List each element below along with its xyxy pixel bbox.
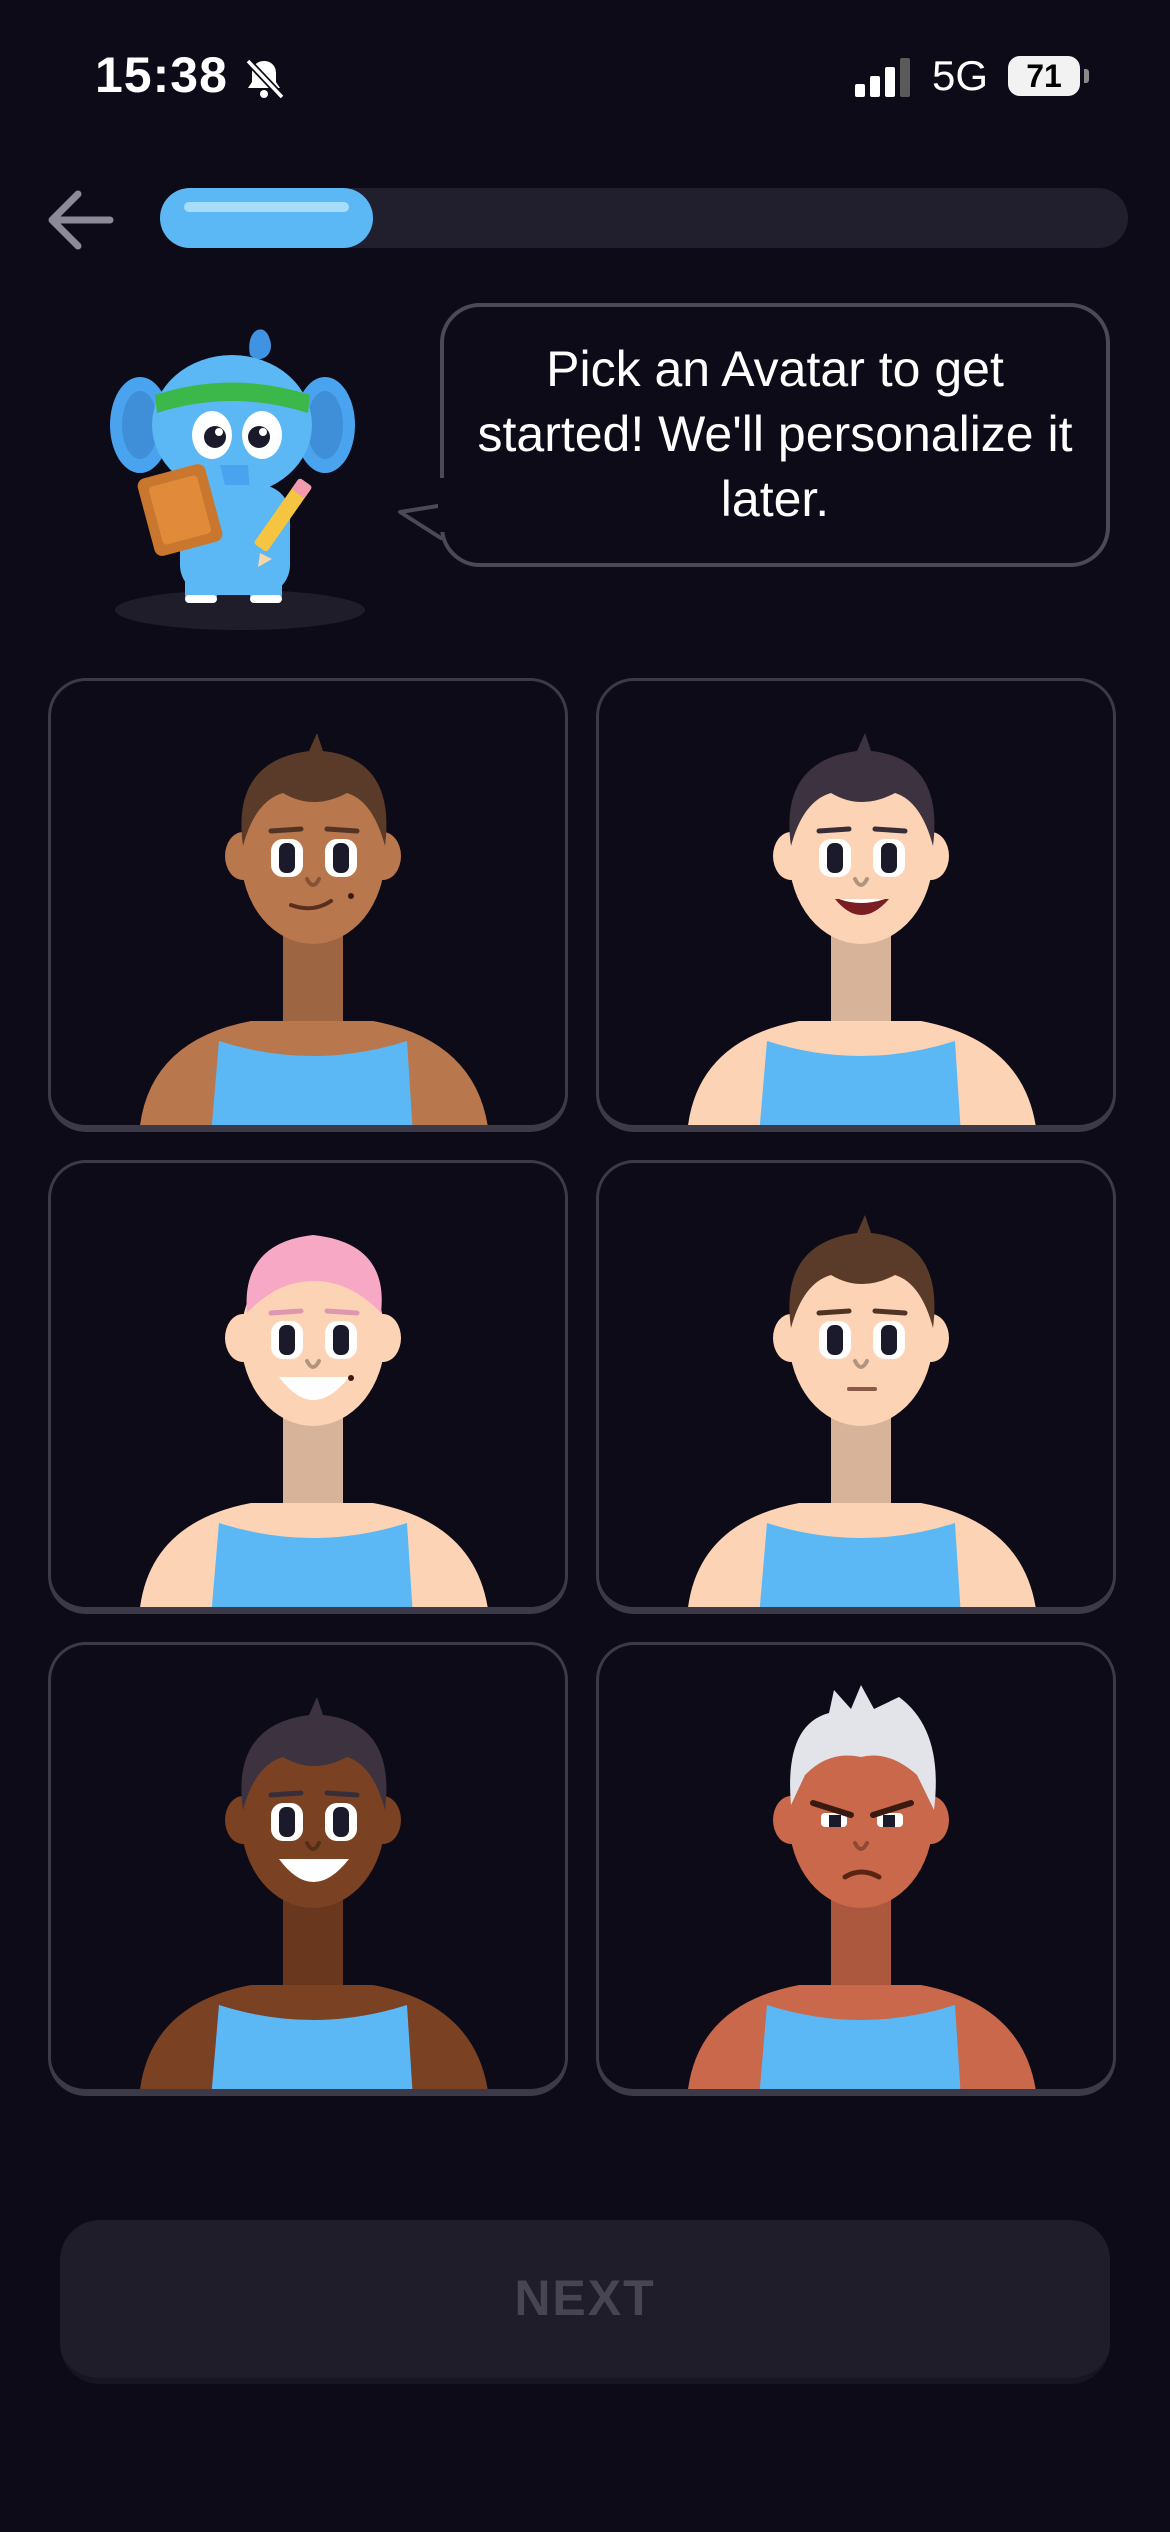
battery-icon: 71 (1008, 56, 1089, 96)
avatar-6-card[interactable] (596, 1642, 1116, 2096)
network-type: 5G (932, 52, 989, 99)
prompt-text: Pick an Avatar to get started! We'll per… (477, 341, 1073, 527)
avatar-2-card[interactable] (596, 678, 1116, 1132)
avatar-2-illustration (688, 733, 1036, 1125)
avatar-1-illustration (140, 733, 488, 1125)
elephant-mascot (110, 329, 365, 630)
battery-level: 71 (1008, 56, 1080, 96)
avatar-5-illustration (140, 1697, 488, 2089)
next-button[interactable]: NEXT (60, 2220, 1110, 2384)
bell-muted-icon (245, 58, 285, 100)
status-bar: 15:38 5G 71 (0, 0, 1170, 150)
avatar-4-illustration (688, 1215, 1036, 1607)
back-arrow-icon[interactable] (40, 180, 120, 260)
avatar-5-card[interactable] (48, 1642, 568, 2096)
progress-bar (160, 188, 1128, 248)
avatar-3-card[interactable] (48, 1160, 568, 1614)
avatar-3-illustration (140, 1235, 488, 1607)
progress-fill (160, 188, 373, 248)
avatar-4-card[interactable] (596, 1160, 1116, 1614)
speech-bubble: Pick an Avatar to get started! We'll per… (440, 303, 1110, 567)
signal-icon (855, 58, 910, 97)
status-time: 15:38 (95, 47, 228, 103)
avatar-6-illustration (688, 1685, 1036, 2089)
avatar-1-card[interactable] (48, 678, 568, 1132)
